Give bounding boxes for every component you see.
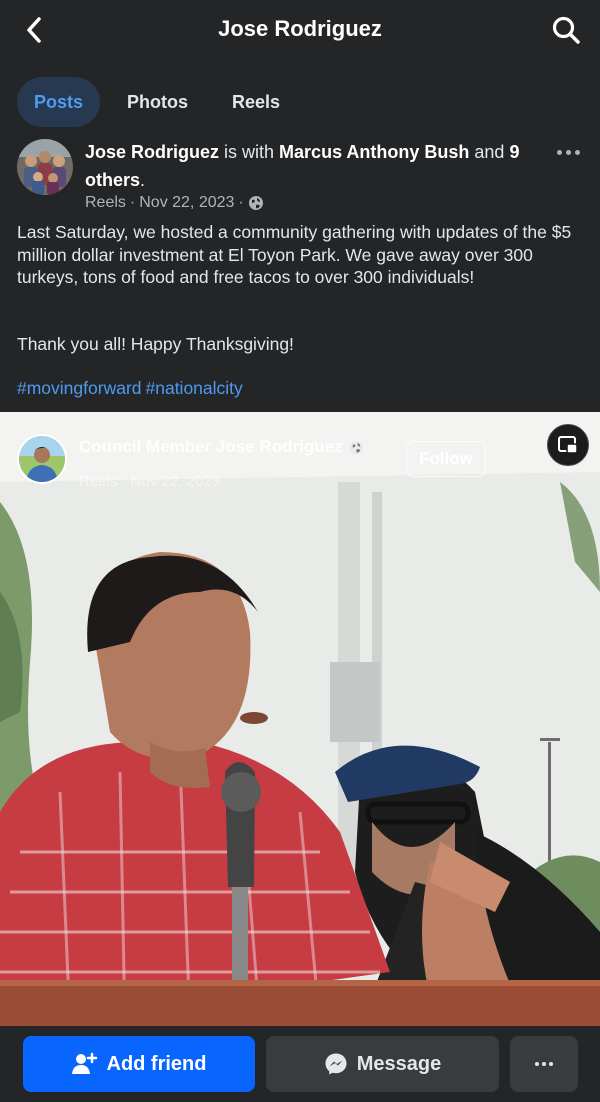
profile-tabs: Posts Photos Reels	[17, 77, 297, 127]
hashtag-link[interactable]: #movingforward	[17, 378, 142, 398]
dot	[556, 149, 562, 155]
globe-icon	[349, 440, 363, 454]
add-friend-icon	[71, 1052, 97, 1074]
reel-video[interactable]	[0, 412, 600, 1026]
page-name: Council Member Jose Rodriguez	[79, 437, 343, 456]
profile-posts-page: Jose Rodriguez Posts Photos Reels Jose R…	[0, 0, 600, 1102]
hashtags: #movingforward #nationalcity	[17, 378, 247, 399]
author-name-link[interactable]: Jose Rodriguez	[85, 142, 219, 162]
title-period: .	[140, 170, 146, 190]
page-title: Jose Rodriguez	[218, 16, 382, 41]
dot	[535, 1062, 539, 1066]
header: Jose Rodriguez	[0, 0, 600, 60]
meta-source[interactable]: Reels	[85, 194, 126, 212]
tab-reels[interactable]: Reels	[215, 77, 297, 127]
add-friend-button[interactable]: Add friend	[23, 1036, 255, 1092]
message-button[interactable]: Message	[266, 1036, 499, 1092]
picture-in-picture-icon	[558, 436, 578, 454]
video-frame	[0, 412, 600, 1026]
search-icon	[552, 16, 580, 44]
tab-photos[interactable]: Photos	[110, 77, 205, 127]
search-button[interactable]	[548, 12, 584, 48]
tagged-friend-link[interactable]: Marcus Anthony Bush	[279, 142, 469, 162]
follow-button[interactable]: Follow	[406, 441, 486, 477]
message-label: Message	[356, 1052, 442, 1075]
page-name-link[interactable]: Council Member Jose Rodriguez	[79, 437, 364, 457]
dot	[542, 1062, 546, 1066]
dot	[549, 1062, 553, 1066]
meta-separator-2: ·	[238, 194, 244, 211]
add-friend-label: Add friend	[106, 1052, 207, 1075]
post-date[interactable]: Nov 22, 2023	[139, 194, 234, 212]
post-body: Last Saturday, we hosted a community gat…	[17, 222, 572, 287]
more-actions-button[interactable]	[510, 1036, 578, 1092]
meta-separator: ·	[129, 194, 136, 211]
globe-icon	[248, 196, 263, 210]
post-meta: Reels · Nov 22, 2023 ·	[85, 194, 264, 212]
author-avatar[interactable]	[17, 139, 73, 195]
messenger-icon	[325, 1053, 347, 1075]
dot	[574, 149, 580, 155]
post-title: Jose Rodriguez is with Marcus Anthony Bu…	[85, 138, 545, 194]
hashtag-link[interactable]: #nationalcity	[146, 378, 243, 398]
post-more-button[interactable]	[552, 140, 584, 164]
tab-posts[interactable]: Posts	[17, 77, 101, 127]
page-avatar[interactable]	[17, 434, 67, 484]
picture-in-picture-button[interactable]	[547, 424, 589, 466]
and-text: and	[469, 142, 510, 162]
reel-subtitle: Reels · Nov 22, 2023	[79, 473, 220, 490]
with-text: is with	[219, 142, 280, 162]
post-body-closing: Thank you all! Happy Thanksgiving!	[17, 334, 294, 354]
dot	[565, 149, 571, 155]
